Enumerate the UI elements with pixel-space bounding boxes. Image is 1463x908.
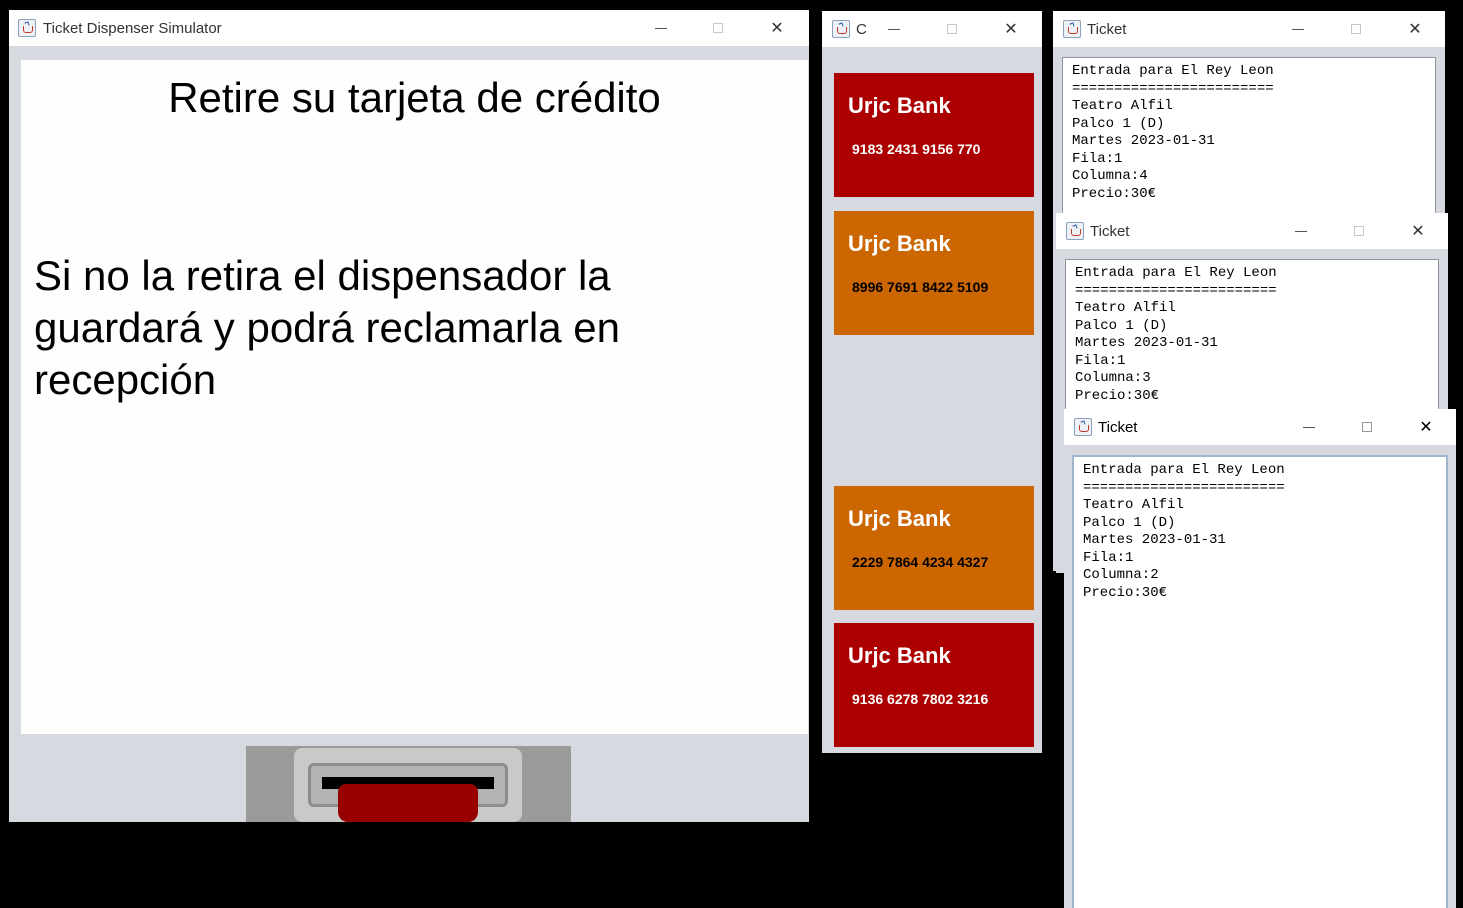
cards-window: C ✕ Urjc Bank 9183 2431 9156 770 Urjc Ba… [822,11,1042,753]
ticket-line: Entrada para El Rey Leon [1072,63,1274,79]
card-bank-name: Urjc Bank [848,231,951,256]
java-app-icon [1063,20,1081,38]
dispenser-screen: Retire su tarjeta de crédito Si no la re… [21,60,808,734]
ticket-window-active: Ticket ✕ Entrada para El Rey Leon ======… [1064,409,1456,908]
close-icon[interactable]: ✕ [1414,415,1438,439]
ticket-dispenser-window: Ticket Dispenser Simulator ✕ Retire su t… [9,10,809,822]
window-title: C [856,21,867,38]
maximize-icon [1344,17,1368,41]
title-bar[interactable]: Ticket ✕ [1053,11,1445,47]
ticket-line: ======================== [1072,80,1274,97]
card-bank-name: Urjc Bank [848,643,951,668]
ticket-line: Palco 1 (D) [1072,115,1165,132]
ticket-line: Fila:1 [1072,150,1123,167]
ticket-line: ======================== [1075,282,1277,299]
card-number: 9136 6278 7802 3216 [852,691,989,707]
inserted-credit-card[interactable] [338,784,478,822]
window-title: Ticket [1098,419,1138,436]
title-bar[interactable]: Ticket Dispenser Simulator ✕ [9,10,809,46]
ticket-line: Precio:30€ [1083,584,1168,601]
ticket-line: Palco 1 (D) [1075,317,1168,334]
window-title: Ticket [1087,21,1127,38]
ticket-line: Fila:1 [1075,352,1126,369]
ticket-line: Precio:30€ [1072,185,1157,202]
card-bank-name: Urjc Bank [848,506,951,531]
ticket-line: Martes 2023-01-31 [1083,532,1226,548]
ticket-line: Teatro Alfil [1083,497,1184,513]
close-icon[interactable]: ✕ [765,16,789,40]
ticket-line: Teatro Alfil [1072,98,1173,114]
ticket-line: Teatro Alfil [1075,300,1176,316]
credit-card[interactable]: Urjc Bank 2229 7864 4234 4327 [834,486,1034,610]
title-bar[interactable]: Ticket ✕ [1056,213,1448,249]
ticket-line: Palco 1 (D) [1083,514,1176,531]
credit-card[interactable]: Urjc Bank 9136 6278 7802 3216 [834,623,1034,747]
minimize-icon[interactable] [1286,17,1310,41]
title-bar[interactable]: C ✕ [822,11,1042,47]
close-icon[interactable]: ✕ [999,17,1023,41]
ticket-text-area[interactable]: Entrada para El Rey Leon ===============… [1072,455,1448,908]
minimize-icon[interactable] [882,17,906,41]
credit-card[interactable]: Urjc Bank 8996 7691 8422 5109 [834,211,1034,335]
ticket-line: Precio:30€ [1075,387,1160,404]
card-number: 8996 7691 8422 5109 [852,279,989,295]
java-app-icon [18,19,36,37]
close-icon[interactable]: ✕ [1403,17,1427,41]
screen-title: Retire su tarjeta de crédito [168,74,661,121]
card-number: 9183 2431 9156 770 [852,141,981,157]
java-app-icon [1066,222,1084,240]
ticket-line: Entrada para El Rey Leon [1075,265,1277,281]
maximize-icon [706,16,730,40]
title-bar[interactable]: Ticket ✕ [1064,409,1456,445]
ticket-line: Columna:3 [1075,370,1151,386]
minimize-icon[interactable] [1289,219,1313,243]
maximize-icon [940,17,964,41]
ticket-content: Entrada para El Rey Leon ===============… [1072,63,1274,203]
java-app-icon [1074,418,1092,436]
ticket-line: Martes 2023-01-31 [1075,335,1218,351]
window-title: Ticket [1090,223,1130,240]
ticket-line: Fila:1 [1083,549,1134,566]
credit-card[interactable]: Urjc Bank 9183 2431 9156 770 [834,73,1034,197]
card-bank-name: Urjc Bank [848,93,951,118]
card-number: 2229 7864 4234 4327 [852,554,989,570]
ticket-line: ======================== [1083,479,1285,496]
ticket-content: Entrada para El Rey Leon ===============… [1075,265,1277,405]
minimize-icon[interactable] [649,16,673,40]
ticket-line: Columna:2 [1083,567,1159,583]
ticket-line: Columna:4 [1072,168,1148,184]
ticket-line: Entrada para El Rey Leon [1083,462,1285,478]
card-slot-panel [246,746,571,822]
screen-message: Si no la retira el dispensador la guarda… [34,252,620,403]
maximize-icon[interactable] [1355,415,1379,439]
window-title: Ticket Dispenser Simulator [43,20,222,37]
ticket-line: Martes 2023-01-31 [1072,133,1215,149]
close-icon[interactable]: ✕ [1406,219,1430,243]
ticket-content: Entrada para El Rey Leon ===============… [1083,462,1285,602]
minimize-icon[interactable] [1297,415,1321,439]
maximize-icon [1347,219,1371,243]
java-app-icon [832,20,850,38]
